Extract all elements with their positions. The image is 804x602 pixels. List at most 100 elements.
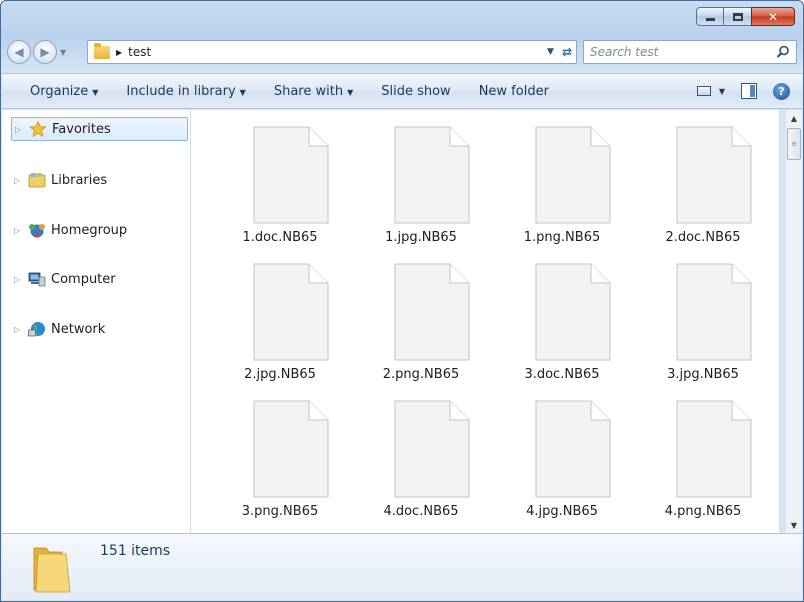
change-view-button[interactable]: ▼ — [696, 86, 725, 96]
document-icon — [253, 400, 329, 498]
file-list: 1.doc.NB65 1.jpg.NB65 1.png.NB65 2.doc.N… — [191, 110, 779, 533]
scroll-down-button[interactable]: ▼ — [786, 517, 802, 533]
file-item[interactable]: 2.jpg.NB65 — [215, 255, 345, 382]
file-item[interactable]: 1.png.NB65 — [497, 118, 627, 245]
file-item[interactable]: 4.png.NB65 — [638, 392, 768, 519]
file-name: 3.png.NB65 — [241, 504, 319, 519]
close-button[interactable]: ✕ — [751, 7, 795, 26]
file-name: 2.jpg.NB65 — [244, 367, 316, 382]
document-icon — [253, 126, 329, 224]
file-item[interactable]: 1.doc.NB65 — [215, 118, 345, 245]
expand-arrow-icon[interactable]: ▷ — [14, 325, 24, 334]
expand-arrow-icon[interactable]: ▷ — [14, 176, 24, 185]
vertical-scrollbar[interactable]: ▲ ≡ ▼ — [785, 110, 802, 533]
expand-arrow-icon[interactable]: ▷ — [14, 275, 24, 284]
file-item[interactable]: 2.png.NB65 — [356, 255, 486, 382]
file-item[interactable]: 2.doc.NB65 — [638, 118, 768, 245]
search-input[interactable]: Search test — [583, 40, 797, 64]
address-history-dropdown-icon[interactable]: ▼ — [547, 47, 554, 57]
file-name: 4.jpg.NB65 — [526, 504, 598, 519]
file-name: 3.jpg.NB65 — [667, 367, 739, 382]
file-item[interactable]: 3.jpg.NB65 — [638, 255, 768, 382]
refresh-icon[interactable]: ⇄ — [562, 45, 572, 59]
libraries-icon — [28, 173, 46, 188]
chevron-down-icon: ▼ — [92, 87, 99, 97]
file-name: 1.doc.NB65 — [242, 230, 318, 245]
document-icon — [535, 263, 611, 361]
search-placeholder: Search test — [590, 45, 659, 59]
minimize-button[interactable] — [696, 7, 724, 26]
share-with-label: Share with — [273, 83, 344, 99]
file-item[interactable]: 4.jpg.NB65 — [497, 392, 627, 519]
help-icon[interactable]: ? — [773, 82, 790, 100]
sidebar-item-label: Favorites — [52, 121, 111, 137]
expand-arrow-icon[interactable]: ▷ — [14, 226, 24, 235]
preview-pane-icon[interactable] — [741, 83, 757, 99]
grip-icon: ≡ — [791, 140, 797, 148]
sidebar-item-favorites[interactable]: ▷ Favorites — [11, 117, 188, 141]
slide-show-button[interactable]: Slide show — [367, 84, 464, 99]
sidebar-item-label: Computer — [51, 271, 116, 287]
document-icon — [676, 400, 752, 498]
minimize-icon — [705, 18, 715, 21]
chevron-down-icon: ▼ — [347, 87, 354, 97]
new-folder-button[interactable]: New folder — [465, 84, 563, 99]
homegroup-icon — [29, 224, 45, 238]
file-name: 4.png.NB65 — [664, 504, 742, 519]
organize-label: Organize — [30, 83, 89, 99]
file-name: 2.png.NB65 — [382, 367, 460, 382]
back-button[interactable]: ◀ — [7, 40, 31, 64]
file-name: 2.doc.NB65 — [665, 230, 741, 245]
sidebar-item-label: Homegroup — [51, 222, 128, 238]
expand-arrow-icon[interactable]: ▷ — [15, 125, 25, 134]
maximize-button[interactable] — [724, 7, 751, 26]
file-name: 3.doc.NB65 — [524, 367, 600, 382]
file-item[interactable]: 3.png.NB65 — [215, 392, 345, 519]
chevron-down-icon: ▼ — [718, 86, 725, 96]
computer-icon — [28, 272, 46, 287]
document-icon — [676, 263, 752, 361]
scroll-down-icon: ▼ — [790, 520, 798, 530]
document-icon — [535, 126, 611, 224]
breadcrumb-current-folder[interactable]: test — [128, 45, 151, 59]
chevron-down-icon: ▼ — [239, 87, 246, 97]
document-icon — [394, 400, 470, 498]
document-icon — [676, 126, 752, 224]
back-arrow-icon: ◀ — [14, 45, 24, 59]
sidebar-item-label: Network — [51, 321, 106, 337]
sidebar-item-label: Libraries — [51, 172, 108, 188]
include-in-library-label: Include in library — [126, 83, 236, 99]
search-icon[interactable] — [776, 45, 790, 59]
file-name: 1.png.NB65 — [523, 230, 601, 245]
organize-menu[interactable]: Organize ▼ — [2, 84, 112, 99]
folder-icon — [33, 547, 71, 593]
item-count: 151 items — [100, 543, 171, 559]
file-item[interactable]: 1.jpg.NB65 — [356, 118, 486, 245]
window-controls: ✕ — [696, 7, 795, 26]
breadcrumb-chevron-icon[interactable]: ▶ — [116, 48, 122, 57]
sidebar-item-computer[interactable]: ▷ Computer — [11, 267, 188, 291]
file-item[interactable]: 3.doc.NB65 — [497, 255, 627, 382]
share-with-menu[interactable]: Share with ▼ — [260, 84, 367, 99]
file-item[interactable]: 4.doc.NB65 — [356, 392, 486, 519]
document-icon — [394, 126, 470, 224]
view-options-icon — [696, 86, 711, 96]
sidebar-item-homegroup[interactable]: ▷ Homegroup — [11, 218, 188, 242]
include-in-library-menu[interactable]: Include in library ▼ — [112, 84, 259, 99]
command-bar: Organize ▼ Include in library ▼ Share with… — [2, 73, 802, 109]
sidebar-item-network[interactable]: ▷ Network — [11, 317, 188, 341]
address-bar[interactable]: ▶ test ▼ ⇄ — [87, 40, 577, 64]
recent-pages-dropdown-icon[interactable]: ▼ — [60, 48, 66, 57]
sidebar-item-libraries[interactable]: ▷ Libraries — [11, 168, 188, 192]
folder-icon — [94, 42, 110, 59]
scroll-up-icon: ▲ — [790, 113, 798, 123]
close-icon: ✕ — [767, 9, 779, 24]
file-name: 4.doc.NB65 — [383, 504, 459, 519]
explorer-window: ✕ ◀ ▶ ▼ ▶ test ▼ ⇄ Search test Organize ▼ — [0, 0, 804, 602]
network-icon — [28, 322, 45, 337]
scrollbar-thumb[interactable]: ≡ — [787, 128, 801, 160]
document-icon — [253, 263, 329, 361]
scroll-up-button[interactable]: ▲ — [786, 110, 802, 126]
details-pane: 151 items — [2, 533, 802, 600]
forward-button[interactable]: ▶ — [33, 40, 57, 64]
